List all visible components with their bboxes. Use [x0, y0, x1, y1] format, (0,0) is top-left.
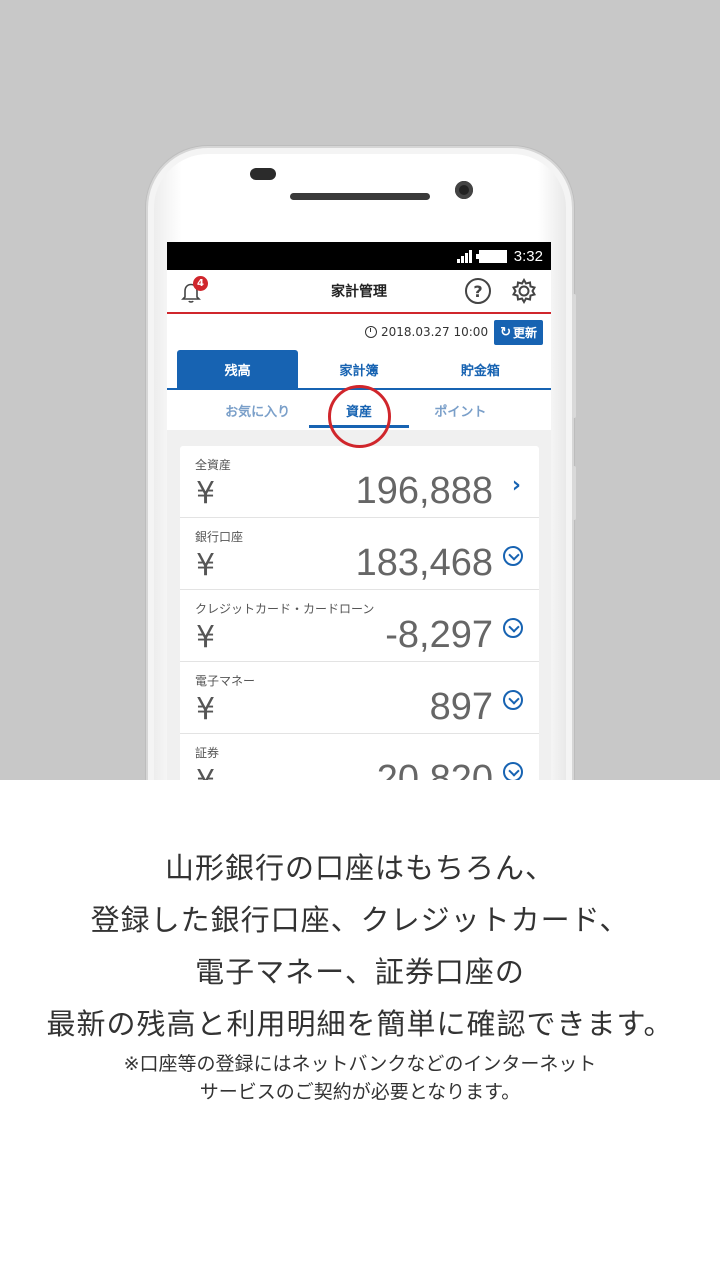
refresh-button[interactable]: ↻ 更新 [494, 319, 543, 345]
notification-badge: 4 [193, 276, 208, 291]
balance-row-credit[interactable]: クレジットカード・カードローン ¥ -8,297 [180, 590, 539, 662]
status-bar: 3:32 [167, 242, 551, 270]
subtab-label: お気に入り [225, 404, 291, 420]
footnote-line: サービスのご契約が必要となります。 [199, 1081, 521, 1103]
phone-screen: 3:32 4 家計管理 ? 2018.03.27 10:00 ↻ 更新 残高 家… [167, 242, 551, 780]
balance-label: 銀行口座 [195, 530, 244, 544]
balance-row-emoney[interactable]: 電子マネー ¥ 897 [180, 662, 539, 734]
tab-label: 貯金箱 [460, 363, 500, 379]
front-camera [455, 181, 473, 199]
question-icon: ? [473, 281, 483, 301]
balance-label: 電子マネー [195, 674, 256, 688]
headline: 山形銀行の口座はもちろん、 登録した銀行口座、クレジットカード、 電子マネー、証… [0, 842, 720, 1050]
page-title: 家計管理 [331, 284, 387, 300]
help-button[interactable]: ? [465, 278, 491, 304]
headline-line: 電子マネー、証券口座の [195, 955, 525, 989]
footnote-line: ※口座等の登録にはネットバンクなどのインターネット [123, 1053, 597, 1075]
highlight-circle [328, 385, 391, 448]
balance-label: 全資産 [195, 458, 232, 472]
balance-label: 証券 [195, 746, 220, 760]
balance-amount: 196,888 [355, 470, 493, 512]
balance-row-securities[interactable]: 証券 ¥ 20,820 [180, 734, 539, 780]
currency-symbol: ¥ [196, 476, 216, 511]
balance-amount: 897 [429, 686, 493, 728]
balance-row-bank[interactable]: 銀行口座 ¥ 183,468 [180, 518, 539, 590]
tab-household-book[interactable]: 家計簿 [298, 350, 419, 388]
balance-amount: 20,820 [376, 758, 493, 780]
last-updated-time: 2018.03.27 10:00 [380, 325, 489, 339]
battery-icon [475, 249, 507, 263]
app-header: 4 家計管理 ? [167, 270, 551, 314]
headline-line: 山形銀行の口座はもちろん、 [164, 851, 555, 885]
balance-amount: -8,297 [385, 614, 493, 656]
tab-savings-box[interactable]: 貯金箱 [420, 350, 541, 388]
clock-icon [364, 326, 377, 338]
chevron-right-icon[interactable]: › [512, 473, 521, 498]
headline-line: 最新の残高と利用明細を簡単に確認できます。 [46, 1007, 674, 1041]
refresh-label: 更新 [512, 325, 537, 340]
currency-symbol: ¥ [196, 764, 215, 780]
tab-balance[interactable]: 残高 [177, 350, 299, 388]
expand-circle-icon[interactable] [503, 618, 523, 638]
status-time: 3:32 [513, 247, 543, 265]
balance-amount: 183,468 [355, 542, 493, 584]
sensor [250, 168, 276, 180]
notification-button[interactable]: 4 [179, 276, 208, 304]
main-tabs: 残高 家計簿 貯金箱 [167, 350, 551, 390]
currency-symbol: ¥ [196, 620, 216, 655]
subtab-favorites[interactable]: お気に入り [207, 401, 308, 420]
balance-row-total[interactable]: 全資産 ¥ 196,888 › [180, 446, 539, 518]
balance-list: 全資産 ¥ 196,888 › 銀行口座 ¥ 183,468 クレジットカード・… [180, 446, 539, 780]
subtab-points[interactable]: ポイント [410, 401, 511, 420]
currency-symbol: ¥ [196, 692, 216, 727]
signal-icon [456, 249, 473, 263]
gear-icon [511, 277, 537, 305]
refresh-icon: ↻ [500, 324, 511, 340]
headline-line: 登録した銀行口座、クレジットカード、 [90, 903, 630, 937]
footnote: ※口座等の登録にはネットバンクなどのインターネット サービスのご契約が必要となり… [0, 1050, 720, 1106]
balance-label: クレジットカード・カードローン [195, 602, 375, 616]
expand-circle-icon[interactable] [503, 690, 523, 710]
tab-label: 家計簿 [339, 363, 379, 379]
last-updated-bar: 2018.03.27 10:00 ↻ 更新 [167, 314, 551, 350]
promo-background: 3:32 4 家計管理 ? 2018.03.27 10:00 ↻ 更新 残高 家… [0, 0, 720, 780]
subtab-label: ポイント [434, 404, 487, 420]
earpiece-speaker [290, 193, 430, 200]
volume-button [572, 294, 576, 418]
tab-label: 残高 [224, 363, 251, 379]
power-button [572, 466, 576, 520]
promo-caption: 山形銀行の口座はもちろん、 登録した銀行口座、クレジットカード、 電子マネー、証… [0, 780, 720, 1280]
expand-circle-icon[interactable] [503, 762, 523, 780]
expand-circle-icon[interactable] [503, 546, 523, 566]
currency-symbol: ¥ [196, 548, 216, 583]
settings-button[interactable] [511, 277, 537, 305]
